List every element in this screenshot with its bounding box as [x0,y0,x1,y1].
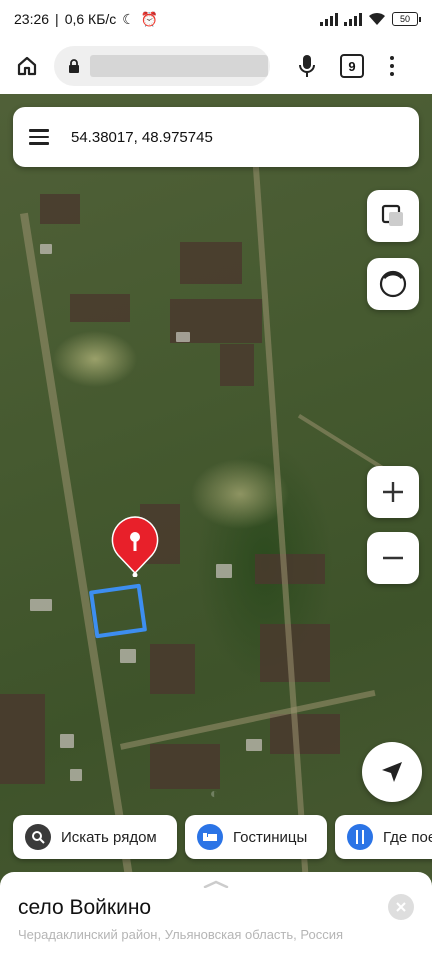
status-speed: 0,6 КБ/с [64,11,117,27]
home-icon [17,56,37,76]
map-pin-icon[interactable] [110,515,160,577]
chevron-up-icon[interactable] [203,880,229,888]
signal-icon [344,12,362,26]
chip-label: Искать рядом [61,828,157,846]
layers-icon [381,204,403,226]
selected-area-outline [88,583,148,639]
zoom-out-button[interactable] [367,532,419,584]
browser-menu-button[interactable] [384,51,400,81]
microphone-icon [299,55,315,77]
menu-icon[interactable] [13,107,65,167]
moon-icon: ☾ [122,10,135,27]
battery-icon: 50 [392,12,421,26]
fork-knife-icon [347,824,373,850]
home-button[interactable] [10,49,44,83]
minus-icon [383,556,403,560]
my-location-button[interactable] [362,742,422,802]
status-separator: | [55,11,59,27]
battery-level: 50 [399,14,410,24]
alarm-icon: ⏰ [140,10,159,27]
lock-icon [69,58,79,73]
place-address: Черадаклинский район, Ульяновская област… [18,927,344,942]
quick-actions: Искать рядом Гостиницы Где пое [13,815,432,859]
voice-search-button[interactable] [292,49,322,83]
status-time: 23:26 [14,11,50,27]
close-icon [396,902,406,912]
navigation-arrow-icon [382,762,402,782]
chip-restaurants[interactable]: Где пое [335,815,432,859]
wifi-icon [369,12,385,25]
signal-icon [320,12,338,26]
chip-label: Где пое [383,828,432,846]
search-bar[interactable]: 54.38017, 48.975745 [13,107,419,167]
panorama-button[interactable] [367,258,419,310]
url-bar[interactable] [54,46,270,86]
zoom-in-button[interactable] [367,466,419,518]
layers-button[interactable] [367,190,419,242]
map-watermark: ◐ [210,785,219,801]
coordinates-text[interactable]: 54.38017, 48.975745 [71,129,213,146]
place-bottom-sheet[interactable]: село Войкино Черадаклинский район, Ульян… [0,872,432,960]
close-button[interactable] [388,894,414,920]
chip-label: Гостиницы [233,828,308,846]
url-text-redacted [90,55,268,77]
browser-toolbar: 9 [0,38,432,94]
tabs-button[interactable]: 9 [340,54,364,78]
chip-search-nearby[interactable]: Искать рядом [13,815,177,859]
place-title: село Войкино [18,896,152,919]
panorama-icon [379,270,407,298]
search-icon [25,824,51,850]
chip-hotels[interactable]: Гостиницы [185,815,327,859]
bed-icon [197,824,223,850]
plus-icon [383,482,403,502]
status-bar: 23:26 | 0,6 КБ/с ☾ ⏰ 50 [0,0,432,38]
